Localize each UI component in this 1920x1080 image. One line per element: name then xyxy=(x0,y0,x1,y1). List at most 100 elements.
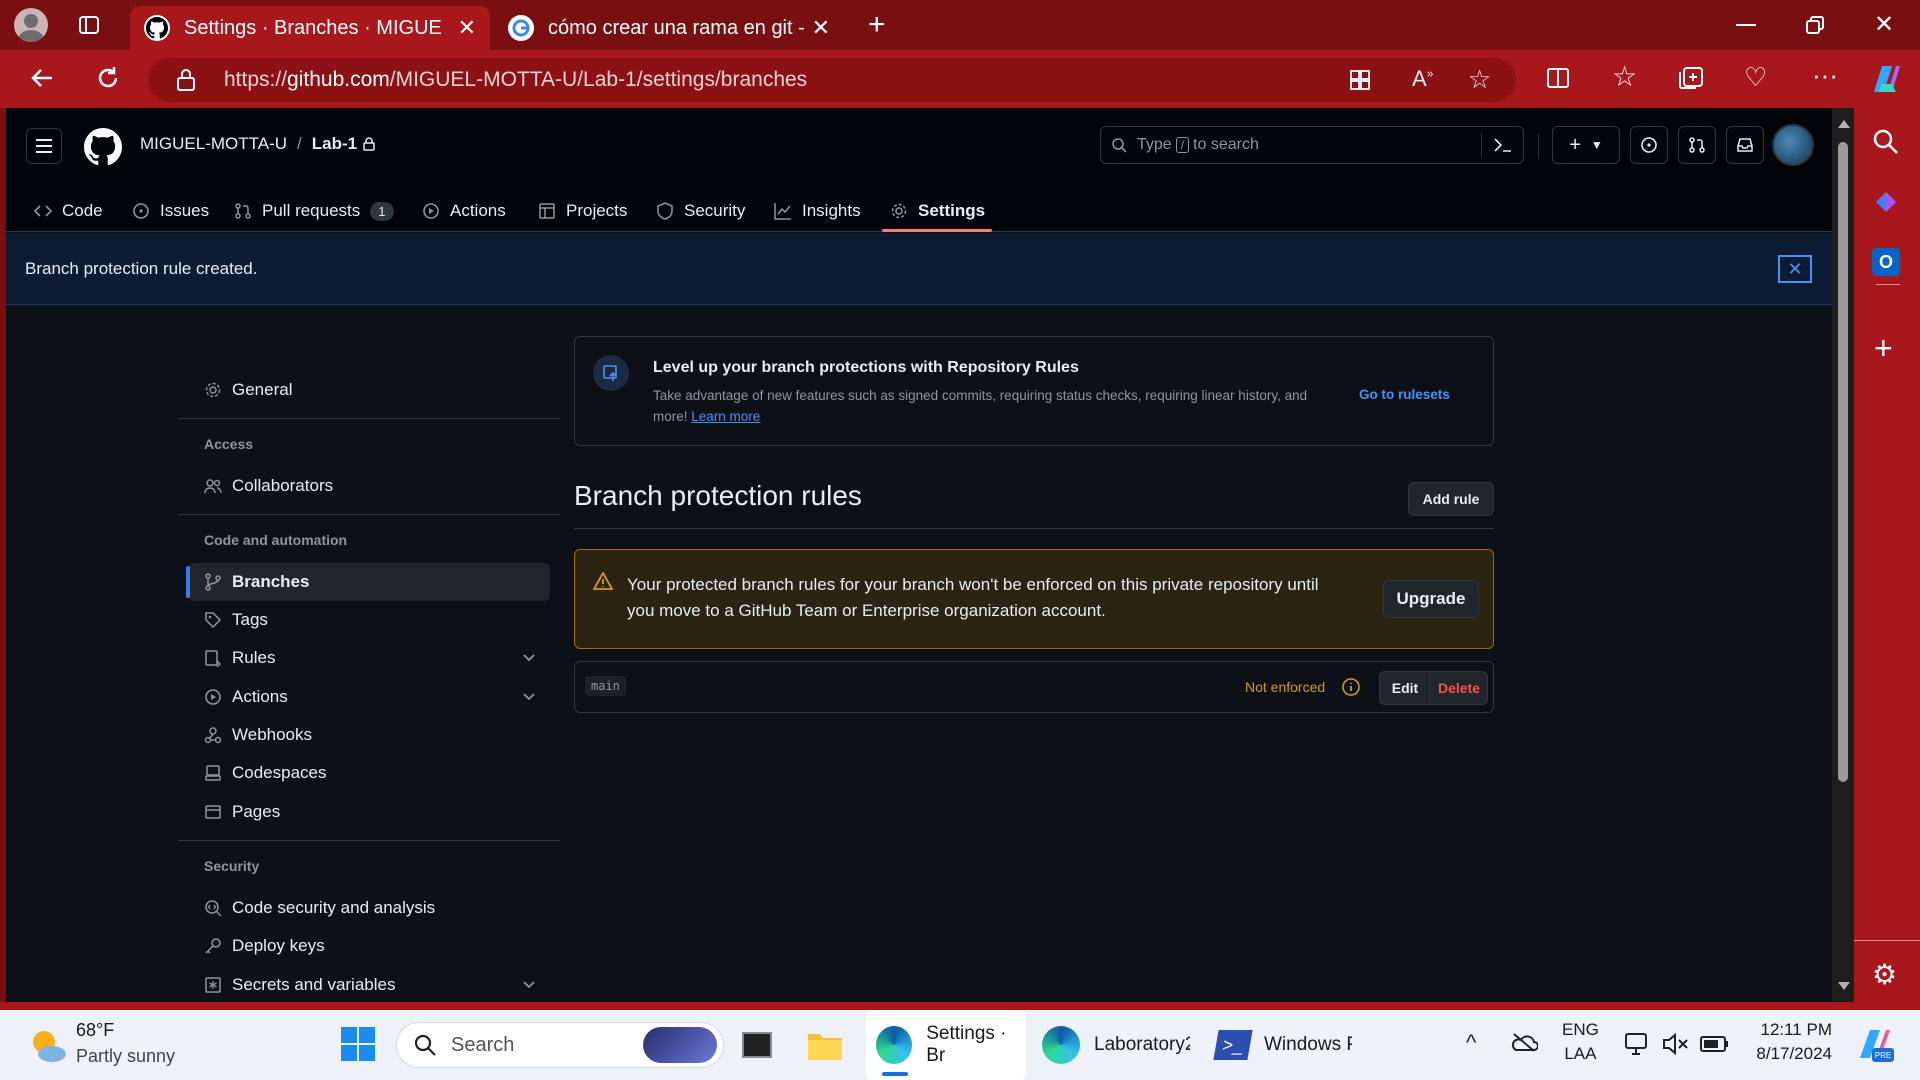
favorites-icon[interactable]: ☆ xyxy=(1612,60,1637,93)
volume-muted-icon[interactable] xyxy=(1662,1032,1690,1056)
edge-icon xyxy=(1042,1026,1080,1064)
delete-rule-button[interactable]: Delete xyxy=(1430,671,1488,705)
create-new-button[interactable]: + ▼ xyxy=(1552,126,1620,164)
sidebar-item-actions[interactable]: Actions xyxy=(188,678,550,716)
issues-icon[interactable] xyxy=(1630,126,1668,164)
browser-icon xyxy=(205,805,221,819)
owner-link[interactable]: MIGUEL-MOTTA-U xyxy=(140,134,287,154)
edge-sidebar: O + ⚙ xyxy=(1854,108,1920,1010)
windows-start-icon[interactable] xyxy=(340,1026,376,1062)
tab-actions[interactable]: Actions xyxy=(422,190,506,232)
repo-link[interactable]: Lab-1 xyxy=(312,134,357,154)
add-app-icon[interactable]: + xyxy=(1874,332,1893,364)
sidebar-item-general[interactable]: General xyxy=(188,371,550,409)
close-tab-icon[interactable]: ✕ xyxy=(812,15,830,41)
tab-label: Code xyxy=(62,201,103,220)
profile-avatar[interactable] xyxy=(14,8,48,42)
tab-pull-requests[interactable]: Pull requests 1 xyxy=(234,190,394,232)
restore-icon[interactable] xyxy=(1806,16,1824,34)
copilot-app-icon[interactable] xyxy=(1872,188,1900,216)
issue-icon xyxy=(133,203,149,219)
back-icon[interactable] xyxy=(28,64,56,92)
command-palette-icon[interactable] xyxy=(1493,136,1513,154)
favorite-star-icon[interactable]: ☆ xyxy=(1468,64,1491,95)
address-bar[interactable]: https://github.com/MIGUEL-MOTTA-U/Lab-1/… xyxy=(148,58,1516,102)
info-icon[interactable] xyxy=(1341,677,1361,697)
page-scrollbar[interactable] xyxy=(1832,108,1854,1002)
sidebar-item-codespaces[interactable]: Codespaces xyxy=(188,754,550,792)
hamburger-menu-icon[interactable] xyxy=(26,128,62,164)
search-icon[interactable] xyxy=(1872,128,1900,156)
battery-icon[interactable] xyxy=(1700,1034,1730,1054)
tab-code[interactable]: Code xyxy=(34,190,103,232)
svg-text:PRE: PRE xyxy=(1875,1051,1891,1060)
tab-settings-branches[interactable]: Settings · Branches · MIGUEL-MOTTA-U/Lab… xyxy=(130,6,490,50)
browser-essentials-icon[interactable]: ♡ xyxy=(1744,62,1767,93)
learn-more-link[interactable]: Learn more xyxy=(691,409,760,424)
taskbar-app-powershell[interactable]: >_ Windows P xyxy=(1213,1010,1356,1080)
powershell-icon: >_ xyxy=(1213,1030,1253,1060)
tab-issues[interactable]: Issues xyxy=(132,190,209,232)
sidebar-item-collaborators[interactable]: Collaborators xyxy=(188,467,550,505)
github-search-input[interactable]: Type / to search xyxy=(1100,126,1524,164)
refresh-icon[interactable] xyxy=(94,64,122,92)
outlook-icon[interactable]: O xyxy=(1872,248,1900,276)
sidebar-item-deploy-keys[interactable]: Deploy keys xyxy=(188,927,550,965)
sidebar-item-pages[interactable]: Pages xyxy=(188,793,550,831)
scroll-down-arrow-icon[interactable] xyxy=(1838,982,1850,990)
onedrive-icon[interactable] xyxy=(1510,1032,1538,1052)
window-close-icon[interactable]: ✕ xyxy=(1874,10,1894,39)
user-avatar[interactable] xyxy=(1772,124,1814,166)
tab-insights[interactable]: Insights xyxy=(774,190,861,232)
more-menu-icon[interactable]: ··· xyxy=(1812,60,1838,91)
app-available-icon[interactable] xyxy=(1348,68,1372,92)
pull-requests-icon[interactable] xyxy=(1678,126,1716,164)
breadcrumb-separator: / xyxy=(297,134,302,153)
sidebar-item-webhooks[interactable]: Webhooks xyxy=(188,716,550,754)
sidebar-settings-icon[interactable]: ⚙ xyxy=(1872,958,1897,991)
edit-rule-button[interactable]: Edit xyxy=(1379,671,1431,705)
sidebar-item-code-security[interactable]: Code security and analysis xyxy=(188,889,550,927)
lock-icon[interactable] xyxy=(176,68,196,92)
network-icon[interactable] xyxy=(1624,1032,1652,1058)
tab-title: cómo crear una rama en git - Buscar xyxy=(548,16,812,39)
go-to-rulesets-link[interactable]: Go to rulesets xyxy=(1359,387,1450,402)
sidebar-item-label: Rules xyxy=(232,648,276,667)
minimize-icon[interactable] xyxy=(1736,24,1756,26)
weather-condition: Partly sunny xyxy=(76,1046,176,1066)
taskbar-app-edge-laboratory[interactable]: Laboratory2 xyxy=(1042,1010,1192,1080)
weather-icon[interactable] xyxy=(28,1026,68,1064)
scroll-up-arrow-icon[interactable] xyxy=(1838,120,1850,128)
task-view-icon[interactable] xyxy=(742,1032,772,1058)
add-rule-button[interactable]: Add rule xyxy=(1408,482,1494,516)
inbox-icon[interactable] xyxy=(1726,126,1764,164)
pull-request-icon xyxy=(235,203,251,219)
new-tab-icon[interactable]: + xyxy=(868,8,886,42)
show-hidden-icons-icon[interactable]: ^ xyxy=(1466,1030,1476,1056)
close-tab-icon[interactable]: ✕ xyxy=(458,15,476,41)
dismiss-flash-icon[interactable]: ✕ xyxy=(1778,255,1812,283)
sidebar-item-secrets[interactable]: Secrets and variables xyxy=(188,966,550,1002)
tab-security[interactable]: Security xyxy=(656,190,745,232)
tab-actions-icon[interactable] xyxy=(78,14,100,36)
sidebar-item-rules[interactable]: Rules xyxy=(188,639,550,677)
taskbar-app-edge-settings[interactable]: Settings · Br xyxy=(866,1010,1026,1080)
language-indicator[interactable]: ENG LAA xyxy=(1562,1020,1599,1064)
taskbar-app-label: Windows P xyxy=(1264,1034,1352,1055)
clock[interactable]: 12:11 PM 8/17/2024 xyxy=(1746,1020,1832,1064)
taskbar-search-box[interactable]: Search xyxy=(396,1022,724,1068)
github-logo-icon[interactable] xyxy=(84,128,122,166)
upgrade-button[interactable]: Upgrade xyxy=(1383,580,1479,618)
tab-search[interactable]: cómo crear una rama en git - Buscar ✕ xyxy=(494,6,844,50)
sidebar-item-branches[interactable]: Branches xyxy=(188,563,550,601)
split-screen-icon[interactable] xyxy=(1546,66,1570,90)
file-explorer-icon[interactable] xyxy=(806,1028,844,1062)
scrollbar-thumb[interactable] xyxy=(1838,142,1848,782)
read-aloud-icon[interactable]: A» xyxy=(1412,66,1433,92)
sidebar-item-tags[interactable]: Tags xyxy=(188,601,550,639)
copilot-preview-icon[interactable]: PRE xyxy=(1854,1024,1894,1064)
tab-projects[interactable]: Projects xyxy=(538,190,627,232)
collections-icon[interactable] xyxy=(1678,66,1704,90)
copilot-icon[interactable] xyxy=(1868,62,1904,96)
tab-settings[interactable]: Settings xyxy=(890,190,985,232)
